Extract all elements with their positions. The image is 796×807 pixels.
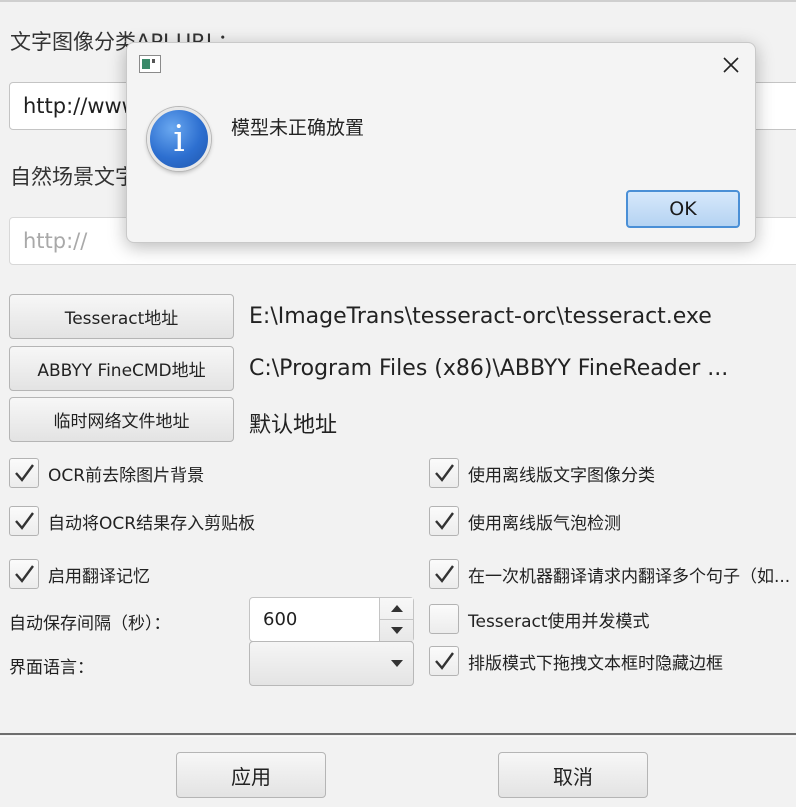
top-divider xyxy=(0,0,796,2)
scene-text-label: 自然场景文字 xyxy=(10,165,136,189)
dialog-message: 模型未正确放置 xyxy=(231,117,365,139)
app-window-icon xyxy=(139,55,161,73)
apply-button[interactable]: 应用 xyxy=(176,752,326,798)
tesseract-path: E:\ImageTrans\tesseract-orc\tesseract.ex… xyxy=(249,304,712,329)
spinner-up-icon[interactable] xyxy=(380,598,413,619)
checkbox-remove-background[interactable]: OCR前去除图片背景 xyxy=(9,457,204,489)
checkbox-label: 在一次机器翻译请求内翻译多个句子（如... xyxy=(468,566,791,587)
checkbox-label: 自动将OCR结果存入剪贴板 xyxy=(48,513,256,534)
checkbox-label: 启用翻译记忆 xyxy=(48,566,150,587)
information-icon: i xyxy=(147,107,211,171)
message-dialog: i 模型未正确放置 OK xyxy=(126,42,756,243)
check-icon xyxy=(429,506,459,536)
check-icon xyxy=(9,458,39,488)
spinner-arrows xyxy=(379,598,413,641)
tesseract-path-button[interactable]: Tesseract地址 xyxy=(9,294,234,339)
checkbox-label: 排版模式下拖拽文本框时隐藏边框 xyxy=(468,653,723,674)
ui-language-select[interactable] xyxy=(249,641,414,686)
temp-file-path: 默认地址 xyxy=(249,413,338,438)
abbyy-path-button[interactable]: ABBYY FineCMD地址 xyxy=(9,346,234,391)
autosave-value: 600 xyxy=(263,609,298,630)
bottom-divider xyxy=(0,733,796,735)
autosave-label: 自动保存间隔（秒）： xyxy=(9,614,171,634)
checkbox-label: 使用离线版气泡检测 xyxy=(468,513,621,534)
checkbox-label: OCR前去除图片背景 xyxy=(48,465,205,486)
check-icon xyxy=(9,559,39,589)
check-icon xyxy=(9,506,39,536)
ui-language-label: 界面语言： xyxy=(9,658,94,678)
temp-file-path-button[interactable]: 临时网络文件地址 xyxy=(9,397,234,442)
checkbox-label: 使用离线版文字图像分类 xyxy=(468,465,655,486)
unchecked-box xyxy=(429,604,459,634)
checkbox-tesseract-concurrent[interactable]: Tesseract使用并发模式 xyxy=(429,603,650,635)
bottom-divider-highlight xyxy=(0,736,796,737)
checkbox-batch-translate[interactable]: 在一次机器翻译请求内翻译多个句子（如... xyxy=(429,558,790,590)
ok-button[interactable]: OK xyxy=(626,190,740,228)
checkbox-offline-bubble-detect[interactable]: 使用离线版气泡检测 xyxy=(429,505,621,537)
check-icon xyxy=(429,646,459,676)
checkbox-translation-memory[interactable]: 启用翻译记忆 xyxy=(9,558,150,590)
checkbox-offline-text-classify[interactable]: 使用离线版文字图像分类 xyxy=(429,457,655,489)
close-icon[interactable] xyxy=(719,53,743,77)
abbyy-path: C:\Program Files (x86)\ABBYY FineReader … xyxy=(249,356,729,381)
chevron-down-icon xyxy=(391,660,403,667)
scene-text-placeholder: http:// xyxy=(23,229,88,253)
autosave-spinner[interactable]: 600 xyxy=(249,597,414,642)
check-icon xyxy=(429,559,459,589)
check-icon xyxy=(429,458,459,488)
checkbox-ocr-clipboard[interactable]: 自动将OCR结果存入剪贴板 xyxy=(9,505,255,537)
cancel-button[interactable]: 取消 xyxy=(498,752,648,798)
checkbox-hide-border-drag[interactable]: 排版模式下拖拽文本框时隐藏边框 xyxy=(429,645,723,677)
checkbox-label: Tesseract使用并发模式 xyxy=(468,611,650,632)
spinner-down-icon[interactable] xyxy=(380,619,413,641)
